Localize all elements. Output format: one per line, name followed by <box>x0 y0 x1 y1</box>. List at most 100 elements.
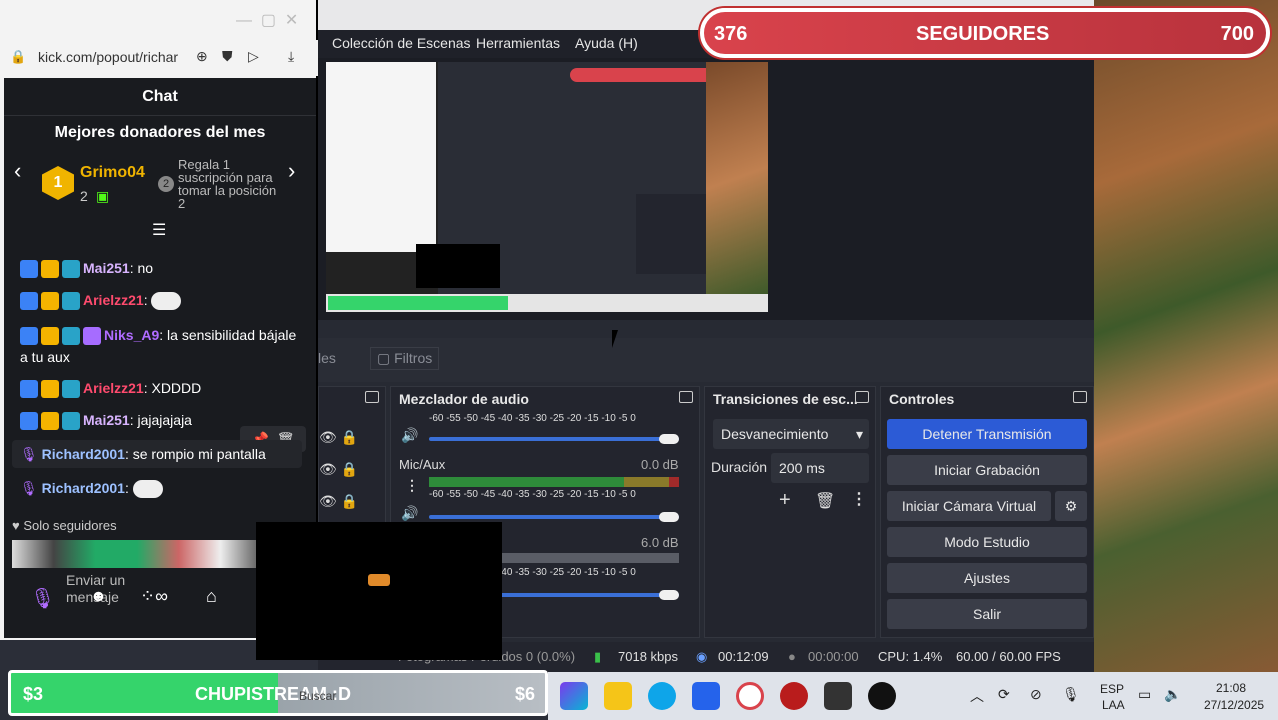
gift-icon: ▣ <box>96 188 110 204</box>
followers-only-text: Solo seguidores <box>23 518 117 533</box>
moderator-icon <box>20 412 38 431</box>
chat-text: no <box>137 260 154 276</box>
menu-help[interactable]: Ayuda (H) <box>575 35 638 51</box>
dock-float-icon[interactable] <box>1073 391 1087 403</box>
clock-time[interactable]: 21:08 <box>1216 681 1246 695</box>
obs-icon[interactable] <box>868 682 896 710</box>
bitrate: 7018 kbps <box>618 649 678 664</box>
settings-button[interactable]: Ajustes <box>887 563 1087 593</box>
scenes-tab[interactable]: les <box>318 350 336 366</box>
fader-knob[interactable] <box>659 434 679 444</box>
emoji-icon[interactable]: ☻ <box>90 588 107 606</box>
chat-username[interactable]: Arielzz21 <box>83 380 144 396</box>
rank-2-text: Regala 1 suscripción para tomar la posic… <box>178 157 277 211</box>
donor-name[interactable]: Grimo04 <box>80 164 145 182</box>
trash-icon[interactable]: 🗑 <box>815 491 835 511</box>
video-overlay <box>256 522 502 660</box>
exit-button[interactable]: Salir <box>887 599 1087 629</box>
virtual-camera-button[interactable]: Iniciar Cámara Virtual <box>887 491 1051 521</box>
microphone-icon[interactable]: 🎙 <box>30 586 55 611</box>
source-visibility-icons[interactable]: 👁 🔒 👁 🔒 👁 🔒 <box>319 421 358 517</box>
chat-message: Arielzz21: XDDDD <box>20 380 201 399</box>
subscriber-icon <box>62 292 80 311</box>
app-icon[interactable] <box>780 682 808 710</box>
controls-title: Controles <box>889 391 955 407</box>
lock-icon: 🔒 <box>10 49 27 64</box>
menu-tools[interactable]: Herramientas <box>476 35 560 51</box>
chat-message: 🎙 Richard2001: se rompio mi pantalla <box>20 446 266 462</box>
zoom-icon[interactable]: ⊕ <box>196 48 208 65</box>
chevron-down-icon: ▾ <box>855 426 863 442</box>
emote-bar[interactable] <box>12 540 262 568</box>
download-icon[interactable]: ⤓ <box>288 48 294 65</box>
sync-icon[interactable]: ⟳ <box>998 686 1010 703</box>
chevron-left-icon[interactable]: ‹ <box>14 158 21 184</box>
address-bar[interactable]: 🔒 kick.com/popout/richar ⊕ ⛊ ▷ ⤓ <box>0 40 318 76</box>
duration-spinbox[interactable]: 200 ms <box>771 453 869 483</box>
display-icon[interactable]: ▭ <box>1138 686 1151 703</box>
chat-username[interactable]: Mai251 <box>83 412 130 428</box>
network-off-icon[interactable]: ⊘ <box>1030 686 1042 703</box>
game-icon[interactable] <box>824 682 852 710</box>
store-icon[interactable]: ⌂ <box>206 586 217 607</box>
speaker-icon[interactable]: 🔊 <box>401 505 418 522</box>
followers-goal: 700 <box>1220 23 1254 45</box>
people-icon[interactable]: ⁘∞ <box>140 586 168 607</box>
chat-username[interactable]: Richard2001 <box>42 446 125 462</box>
dock-float-icon[interactable] <box>855 391 869 403</box>
gift-icon <box>83 327 101 346</box>
kebab-menu-icon[interactable]: ⋮ <box>405 477 419 494</box>
search-placeholder[interactable]: Buscar <box>299 689 336 703</box>
opera-icon[interactable] <box>736 682 764 710</box>
gear-icon[interactable]: ⚙ <box>1055 491 1087 521</box>
microphone-icon[interactable]: 🎙 <box>1062 686 1080 703</box>
cursor-icon <box>612 330 618 348</box>
volume-icon[interactable]: 🔈 <box>1164 686 1181 703</box>
rec-time: 00:00:00 <box>808 649 859 664</box>
fader-knob[interactable] <box>659 590 679 600</box>
donation-current: $3 <box>23 684 44 704</box>
speaker-icon[interactable]: 🔊 <box>401 427 418 444</box>
chat-message: Arielzz21: <box>20 292 182 311</box>
transition-value: Desvanecimiento <box>721 426 829 442</box>
fader-mic[interactable] <box>429 515 679 519</box>
moderator-icon <box>20 380 38 399</box>
moderator-icon <box>20 292 38 311</box>
send-icon[interactable]: ▷ <box>248 48 259 65</box>
dock-float-icon[interactable] <box>679 391 693 403</box>
channel-name: Mic/Aux <box>399 457 446 472</box>
chat-username[interactable]: Mai251 <box>83 260 130 276</box>
file-explorer-icon[interactable] <box>604 682 632 710</box>
dock-float-icon[interactable] <box>365 391 379 403</box>
collapse-icon[interactable]: ☰ <box>152 220 166 240</box>
studio-mode-button[interactable]: Modo Estudio <box>887 527 1087 557</box>
start-recording-button[interactable]: Iniciar Grabación <box>887 455 1087 485</box>
language[interactable]: ESP <box>1100 682 1124 696</box>
stop-streaming-button[interactable]: Detener Transmisión <box>887 419 1087 449</box>
heart-icon: ♥ <box>12 518 20 533</box>
chat-username[interactable]: Richard2001 <box>42 480 125 496</box>
chevron-right-icon[interactable]: › <box>288 158 295 184</box>
chat-username[interactable]: Arielzz21 <box>83 292 144 308</box>
chevron-up-icon[interactable]: ︿ <box>970 686 984 706</box>
taskbar: ︿ ⟳ ⊘ 🎙 ESP LAA ▭ 🔈 21:08 27/12/2025 <box>548 672 1278 720</box>
stream-icon: ◉ <box>696 649 708 664</box>
menu-scene-collection[interactable]: Colección de Escenas <box>332 35 471 51</box>
transition-select[interactable]: Desvanecimiento ▾ <box>713 419 869 449</box>
clock-date[interactable]: 27/12/2025 <box>1204 698 1264 712</box>
add-icon[interactable]: + <box>779 489 791 512</box>
filters-button[interactable]: ▢ Filtros <box>370 347 440 370</box>
copilot-icon[interactable] <box>560 682 588 710</box>
edge-icon[interactable] <box>648 682 676 710</box>
store-icon[interactable] <box>692 682 720 710</box>
fader-knob[interactable] <box>659 512 679 522</box>
url-text[interactable]: kick.com/popout/richar <box>38 49 186 65</box>
kebab-menu-icon[interactable]: ⋮ <box>851 489 867 509</box>
chat-username[interactable]: Niks_A9 <box>104 327 159 343</box>
shield-icon[interactable]: ⛊ <box>222 48 233 65</box>
system-tray: ︿ ⟳ ⊘ 🎙 ESP LAA ▭ 🔈 21:08 27/12/2025 <box>968 672 1278 720</box>
channel-db: 0.0 dB <box>641 457 679 472</box>
layout[interactable]: LAA <box>1102 698 1125 712</box>
window-controls[interactable]: — ▢ ✕ <box>236 10 298 30</box>
fader-desktop[interactable] <box>429 437 679 441</box>
